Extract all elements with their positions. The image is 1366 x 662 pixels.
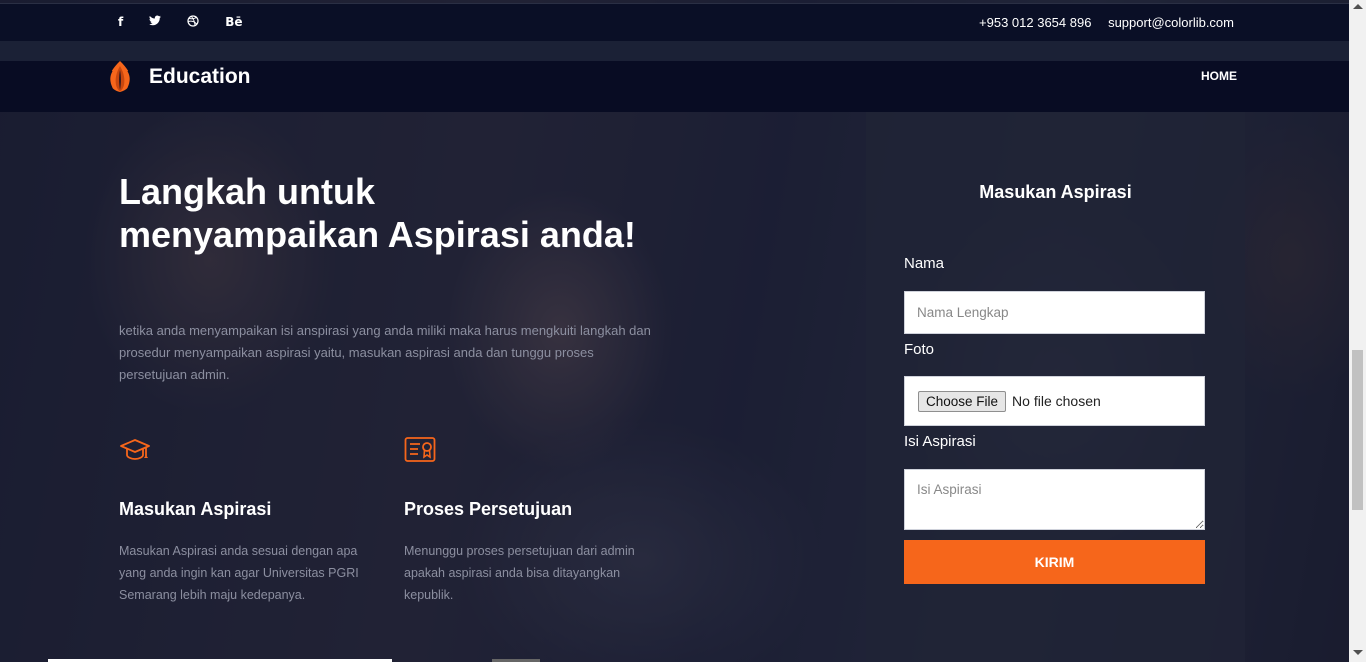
- scrollbar-thumb[interactable]: [1352, 350, 1363, 510]
- dribbble-icon[interactable]: [187, 15, 199, 30]
- navbar: Education HOME: [0, 61, 1349, 112]
- nama-label: Nama: [904, 255, 945, 272]
- top-bar: f Bē +953 012 3654 896 support@colorlib.…: [0, 3, 1349, 41]
- support-email[interactable]: support@colorlib.com: [1108, 15, 1234, 30]
- form-title: Masukan Aspirasi: [979, 182, 1132, 202]
- isi-aspirasi-textarea[interactable]: [904, 469, 1205, 530]
- site-logo[interactable]: Education: [104, 61, 251, 92]
- feature-title: Proses Persetujuan: [404, 499, 573, 519]
- feature-masukan-aspirasi: Masukan Aspirasi Masukan Aspirasi anda s…: [119, 436, 374, 606]
- hero-description: ketika anda menyampaikan isi anspirasi y…: [119, 323, 651, 382]
- aspirasi-form: Masukan Aspirasi Nama Foto Choose File N…: [866, 112, 1245, 662]
- foto-file-input[interactable]: Choose File No file chosen: [904, 376, 1205, 426]
- choose-file-button[interactable]: Choose File: [918, 390, 1007, 412]
- feature-text: Menunggu proses persetujuan dari admin a…: [404, 544, 635, 602]
- header-divider: [0, 41, 1349, 61]
- facebook-icon[interactable]: f: [118, 15, 123, 30]
- flame-logo-icon: [109, 61, 131, 92]
- scroll-down-arrow-icon[interactable]: [1353, 650, 1363, 655]
- feature-title: Masukan Aspirasi: [119, 499, 272, 519]
- certificate-icon: [404, 437, 436, 462]
- contact-info: +953 012 3654 896 support@colorlib.com: [966, 15, 1234, 30]
- isi-aspirasi-label: Isi Aspirasi: [904, 433, 976, 450]
- social-links: f Bē: [118, 15, 269, 30]
- nav-home-link[interactable]: HOME: [1201, 69, 1237, 83]
- nama-input[interactable]: [904, 291, 1205, 334]
- phone-number[interactable]: +953 012 3654 896: [979, 15, 1091, 30]
- graduation-cap-icon: [120, 439, 150, 460]
- page: f Bē +953 012 3654 896 support@colorlib.…: [0, 0, 1349, 662]
- file-status: No file chosen: [1012, 393, 1101, 409]
- scrollbar-track[interactable]: [1349, 0, 1366, 662]
- behance-icon[interactable]: Bē: [225, 15, 242, 30]
- kirim-button[interactable]: KIRIM: [904, 540, 1205, 584]
- logo-text: Education: [149, 64, 251, 88]
- feature-text: Masukan Aspirasi anda sesuai dengan apa …: [119, 544, 359, 602]
- scroll-up-arrow-icon[interactable]: [1353, 4, 1363, 9]
- twitter-icon[interactable]: [149, 15, 162, 30]
- feature-proses-persetujuan: Proses Persetujuan Menunggu proses perse…: [404, 436, 659, 606]
- hero-title: Langkah untuk menyampaikan Aspirasi anda…: [119, 171, 636, 255]
- foto-label: Foto: [904, 341, 935, 358]
